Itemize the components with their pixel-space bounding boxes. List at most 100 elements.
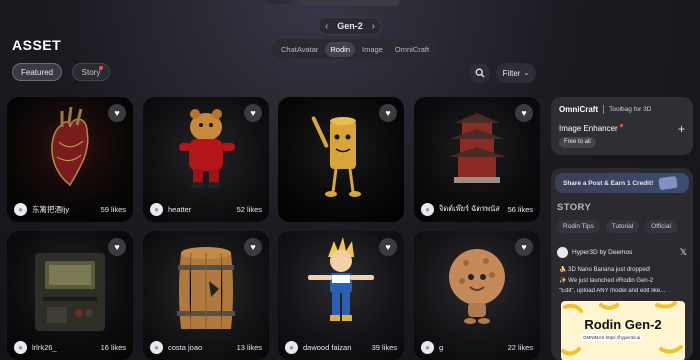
heart-icon: ♥ — [385, 242, 391, 252]
asset-card-bear[interactable]: ♥ ● heatter 52 likes — [143, 97, 269, 222]
story-heading: STORY — [557, 202, 592, 213]
heart-icon: ♥ — [385, 108, 391, 118]
card-likes: 56 likes — [507, 204, 533, 214]
asset-card-pagoda[interactable]: ♥ ● จิดต์เพ๊ยร์ ฉัตรพนัส 56 likes — [414, 97, 540, 222]
tab-rodin-tips[interactable]: Rodin Tips — [557, 220, 600, 233]
user-avatar[interactable]: ● — [285, 340, 298, 354]
chevron-right-icon[interactable]: › — [372, 21, 375, 32]
chevron-left-icon[interactable]: ‹ — [325, 21, 328, 32]
post-image[interactable]: Rodin Gen-2 OMNIMAX https://hyper3d.ai — [561, 301, 685, 360]
free-badge: Free to all — [559, 137, 596, 148]
like-button[interactable]: ♥ — [515, 238, 533, 256]
like-button[interactable]: ♥ — [379, 238, 397, 256]
user-icon: ● — [18, 204, 23, 214]
card-likes: 22 likes — [507, 342, 533, 352]
card-likes: 52 likes — [236, 204, 262, 214]
user-icon: ● — [154, 342, 159, 352]
feature-label: Image Enhancer — [559, 124, 618, 133]
like-button[interactable]: ♥ — [515, 104, 533, 122]
like-button[interactable]: ♥ — [244, 238, 262, 256]
tab-official[interactable]: Official — [645, 220, 677, 233]
image-enhancer-link[interactable]: Image Enhancer — [559, 124, 623, 133]
user-icon: ● — [289, 342, 294, 352]
post-image-title: Rodin Gen-2 — [584, 317, 662, 332]
asset-card-tv[interactable]: ♥ ● lrlrk26_ 16 likes — [7, 231, 133, 360]
heart-icon: ♥ — [114, 108, 120, 118]
user-icon: ● — [425, 342, 430, 352]
user-avatar[interactable]: ● — [421, 202, 434, 216]
tab-chatavatar[interactable]: ChatAvatar — [276, 42, 323, 57]
user-avatar[interactable]: ● — [421, 340, 434, 354]
notification-dot — [99, 66, 103, 70]
author-avatar[interactable] — [557, 246, 568, 258]
model-tabs: ChatAvatar Rodin Image OmniCraft — [272, 39, 439, 59]
top-tab-decoration — [265, 0, 293, 4]
filter-button[interactable]: Filter ⌄ — [496, 63, 536, 83]
heart-icon: ♥ — [250, 242, 256, 252]
heart-icon: ♥ — [250, 108, 256, 118]
filter-label: Filter — [502, 68, 521, 78]
card-likes: 59 likes — [100, 204, 126, 214]
card-username[interactable]: dawood faizan — [303, 343, 367, 352]
asset-card-anime-boy[interactable]: ♥ ● dawood faizan 39 likes — [278, 231, 404, 360]
card-username[interactable]: 东篱把酒ljy — [32, 204, 96, 215]
card-username[interactable]: g — [439, 343, 503, 352]
top-tab-handle[interactable] — [300, 0, 400, 6]
card-username[interactable]: จิดต์เพ๊ยร์ ฉัตรพนัส — [439, 203, 503, 215]
notification-dot — [619, 124, 623, 127]
card-likes: 13 likes — [236, 342, 262, 352]
like-button[interactable]: ♥ — [379, 104, 397, 122]
user-icon: ● — [425, 204, 430, 214]
featured-chip[interactable]: Featured — [12, 63, 62, 81]
like-button[interactable]: ♥ — [244, 104, 262, 122]
page-title: ASSET — [12, 37, 62, 53]
tab-rodin[interactable]: Rodin — [325, 41, 355, 57]
search-icon — [475, 68, 485, 78]
divider — [603, 105, 605, 114]
generation-selector[interactable]: ‹ Gen-2 › — [318, 17, 382, 35]
like-button[interactable]: ♥ — [108, 104, 126, 122]
omnicraft-subtitle: Toolbag for 3D — [609, 106, 652, 113]
heart-icon: ♥ — [114, 242, 120, 252]
asset-card-heart[interactable]: ♥ ● 东篱把酒ljy 59 likes — [7, 97, 133, 222]
user-avatar[interactable]: ● — [14, 202, 27, 216]
share-banner[interactable]: Share a Post & Earn 1 Credit! — [555, 173, 689, 193]
asset-card-cookie[interactable]: ♥ ● g 22 likes — [414, 231, 540, 360]
tab-tutorial[interactable]: Tutorial — [605, 220, 640, 233]
tab-image[interactable]: Image — [357, 42, 388, 57]
story-chip[interactable]: Story — [72, 63, 110, 81]
omnicraft-card[interactable]: OmniCraft Toolbag for 3D Image Enhancer … — [551, 97, 693, 155]
like-button[interactable]: ♥ — [108, 238, 126, 256]
card-likes: 16 likes — [100, 342, 126, 352]
heart-icon: ♥ — [521, 242, 527, 252]
card-likes: 39 likes — [371, 342, 397, 352]
omnicraft-title: OmniCraft — [559, 105, 599, 114]
share-banner-text: Share a Post & Earn 1 Credit! — [563, 179, 654, 187]
user-avatar[interactable]: ● — [150, 340, 163, 354]
omnicraft-header: OmniCraft Toolbag for 3D — [559, 105, 651, 114]
post-author[interactable]: Hyper3D by Deemos — [572, 249, 632, 256]
user-icon: ● — [154, 204, 159, 214]
gen-label: Gen-2 — [337, 21, 363, 31]
post-image-caption: OMNIMAX https://hyper3d.ai — [581, 334, 643, 341]
ticket-icon — [658, 175, 678, 191]
asset-card-cylinder[interactable]: ♥ — [278, 97, 404, 222]
tab-omnicraft[interactable]: OmniCraft — [390, 42, 434, 57]
asset-card-barrel[interactable]: ♥ ● costa joao 13 likes — [143, 231, 269, 360]
chevron-down-icon: ⌄ — [523, 70, 530, 77]
card-username[interactable]: costa joao — [168, 343, 232, 352]
heart-icon: ♥ — [521, 108, 527, 118]
plus-icon[interactable]: + — [678, 122, 685, 136]
x-logo-icon[interactable]: 𝕏 — [680, 247, 687, 258]
story-tabs: Rodin Tips Tutorial Official — [557, 220, 677, 233]
story-panel: Share a Post & Earn 1 Credit! STORY Rodi… — [551, 168, 693, 360]
post-header: Hyper3D by Deemos 𝕏 — [557, 245, 687, 259]
user-avatar[interactable]: ● — [14, 340, 27, 354]
card-username[interactable]: heatter — [168, 205, 232, 214]
card-username[interactable]: lrlrk26_ — [32, 343, 96, 352]
post-line: 🍌 3D Nano Banana just dropped! — [559, 267, 651, 273]
user-icon: ● — [18, 342, 23, 352]
user-avatar[interactable]: ● — [150, 202, 163, 216]
post-line: "Edit", upload ANY model and edit like..… — [559, 288, 666, 294]
search-button[interactable] — [470, 63, 490, 83]
